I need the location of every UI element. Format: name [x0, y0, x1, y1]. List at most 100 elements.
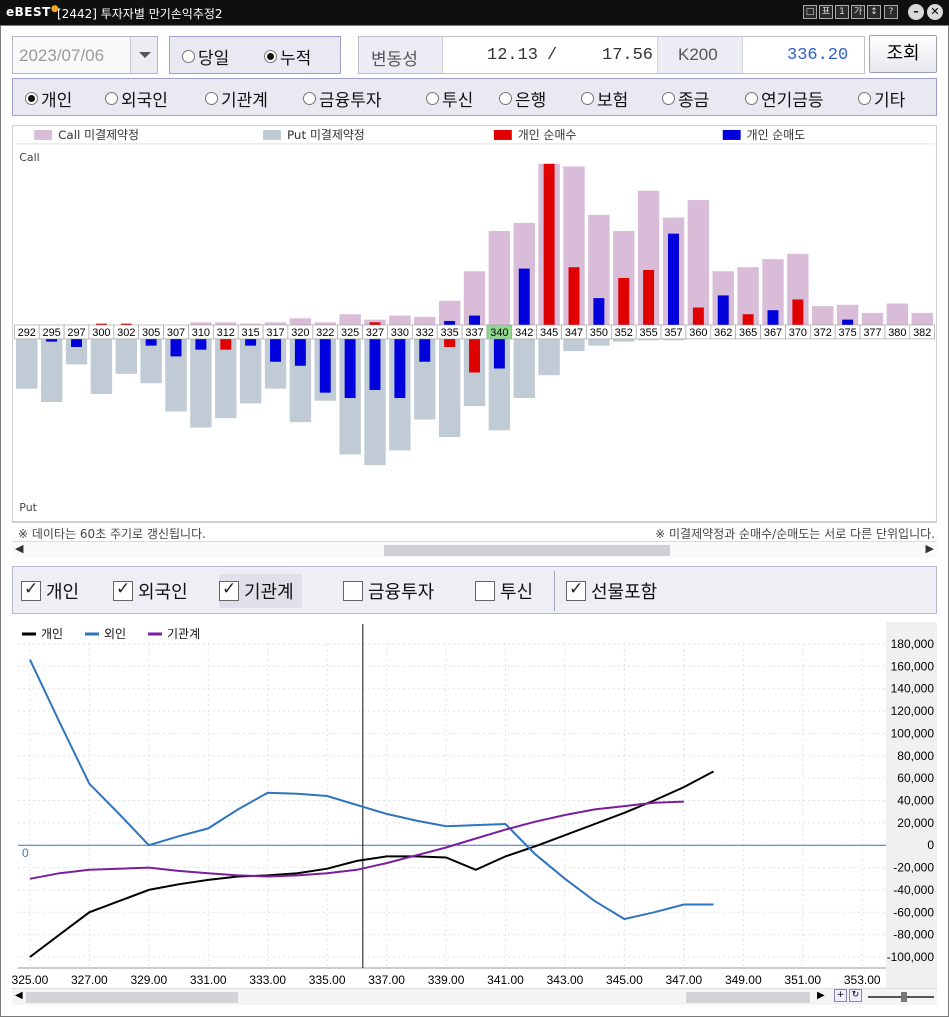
close-icon[interactable]: ✕	[927, 4, 943, 20]
investor-radio-6[interactable]: 보험	[581, 86, 628, 111]
query-button[interactable]: 조회	[869, 35, 937, 73]
divider	[554, 571, 555, 611]
scroll-left-icon[interactable]: ◀	[15, 990, 23, 1001]
strike-label: 337	[465, 327, 483, 339]
legend-label: 개인 순매도	[747, 128, 806, 142]
call-oi-bar	[687, 200, 710, 325]
zoom-slider-handle[interactable]	[901, 992, 907, 1002]
legend-label: 기관계	[167, 627, 200, 641]
radio-dot-icon	[303, 92, 316, 105]
strike-label: 340	[490, 327, 508, 339]
date-value: 2023/07/06	[19, 46, 105, 65]
net-buy-bar	[369, 322, 381, 325]
check-individual[interactable]: 개인	[21, 574, 79, 608]
radio-daily[interactable]: 당일	[182, 44, 229, 69]
check-trust[interactable]: 투신	[475, 574, 533, 608]
strike-label: 380	[888, 327, 906, 339]
investor-radio-group: 개인 외국인 기관계 금융투자 투신 은행 보험 종금 연기금등 기타	[12, 78, 937, 116]
strike-label: 367	[764, 327, 782, 339]
option-chart-scrollbar[interactable]: ◀ ▶	[12, 541, 937, 558]
legend-label: Put 미결제약정	[287, 128, 365, 142]
put-oi-bar	[190, 338, 212, 428]
window-title: [2442] 투자자별 만기손익추정2	[57, 7, 223, 21]
chevron-down-icon[interactable]	[130, 37, 157, 73]
put-oi-bar	[90, 338, 113, 394]
scroll-thumb[interactable]	[384, 545, 670, 556]
call-oi-bar	[289, 318, 312, 325]
strike-label: 315	[242, 327, 260, 339]
put-oi-bar	[239, 338, 262, 404]
net-buy-bar	[469, 338, 480, 373]
x-tick-label: 331.00	[190, 973, 227, 987]
radio-dot-icon	[858, 92, 871, 105]
strike-label: 342	[515, 327, 533, 339]
table-button[interactable]: 표	[819, 5, 833, 19]
legend-label: 외인	[104, 627, 126, 641]
resize-button[interactable]: ↕	[867, 5, 881, 19]
strike-label: 320	[291, 327, 309, 339]
scroll-right-icon[interactable]: ▶	[817, 990, 825, 1001]
investor-label: 종금	[678, 91, 710, 111]
x-tick-label: 341.00	[487, 973, 524, 987]
check-institution[interactable]: 기관계	[219, 574, 302, 608]
window-mode-button[interactable]: □	[803, 5, 817, 19]
minimize-icon[interactable]: –	[908, 4, 924, 20]
check-include-futures[interactable]: 선물포함	[566, 574, 657, 608]
footnote-right: ※ 미결제약정과 순매수/순매도는 서로 다른 단위입니다.	[655, 527, 935, 541]
one-button[interactable]: 1	[835, 5, 849, 19]
net-sell-bar	[245, 338, 257, 346]
radio-dot-icon	[25, 92, 38, 105]
x-tick-label: 349.00	[725, 973, 762, 987]
radio-cumulative[interactable]: 누적	[264, 44, 311, 69]
date-picker[interactable]: 2023/07/06	[12, 36, 158, 74]
zoom-reset-icon[interactable]: ↻	[849, 989, 862, 1002]
y-tick-label: 60,000	[897, 771, 934, 785]
check-financial-investment[interactable]: 금융투자	[343, 574, 434, 608]
investor-radio-4[interactable]: 투신	[426, 86, 473, 111]
net-buy-bar	[568, 267, 580, 325]
strike-label: 347	[565, 327, 583, 339]
call-oi-bar	[339, 314, 361, 325]
y-tick-label: 140,000	[891, 682, 935, 696]
call-oi-bar	[812, 306, 834, 325]
x-tick-label: 335.00	[309, 973, 346, 987]
strike-label: 300	[92, 327, 110, 339]
investor-radio-0[interactable]: 개인	[25, 86, 72, 111]
investor-radio-1[interactable]: 외국인	[105, 86, 168, 111]
call-label: Call	[19, 151, 39, 164]
x-tick-label: 327.00	[71, 973, 108, 987]
investor-label: 투신	[442, 91, 474, 111]
strike-label: 350	[590, 327, 608, 339]
scroll-right-icon[interactable]: ▶	[926, 542, 934, 555]
price-button[interactable]: 가	[851, 5, 865, 19]
call-oi-bar	[886, 303, 909, 325]
y-tick-label: 100,000	[891, 726, 935, 740]
investor-radio-7[interactable]: 종금	[662, 86, 709, 111]
investor-radio-8[interactable]: 연기금등	[745, 86, 824, 111]
strike-label: 382	[913, 327, 931, 339]
investor-label: 외국인	[121, 91, 168, 111]
check-foreign[interactable]: 외국인	[113, 574, 188, 608]
net-buy-bar	[543, 163, 555, 325]
call-oi-bar	[414, 316, 436, 325]
call-oi-bar	[190, 322, 212, 325]
y-tick-label: 180,000	[891, 637, 935, 651]
scroll-thumb-right[interactable]	[686, 992, 810, 1003]
investor-radio-2[interactable]: 기관계	[205, 86, 268, 111]
legend-swatch	[722, 129, 741, 140]
y-tick-label: -80,000	[893, 928, 934, 942]
pnl-chart-scrollbar[interactable]: ◀ ▶ + ↻	[12, 988, 937, 1005]
scroll-left-icon[interactable]: ◀	[15, 542, 23, 555]
call-oi-bar	[911, 312, 933, 325]
investor-radio-3[interactable]: 금융투자	[303, 86, 382, 111]
radio-dot-icon	[182, 50, 195, 63]
investor-radio-9[interactable]: 기타	[858, 86, 905, 111]
strike-label: 362	[714, 327, 732, 339]
x-tick-label: 345.00	[606, 973, 643, 987]
investor-radio-5[interactable]: 은행	[499, 86, 546, 111]
x-tick-label: 325.00	[12, 973, 49, 987]
scroll-thumb-left[interactable]	[26, 992, 238, 1003]
help-button[interactable]: ?	[884, 5, 898, 19]
put-oi-bar	[40, 338, 63, 403]
zoom-in-icon[interactable]: +	[834, 989, 847, 1002]
